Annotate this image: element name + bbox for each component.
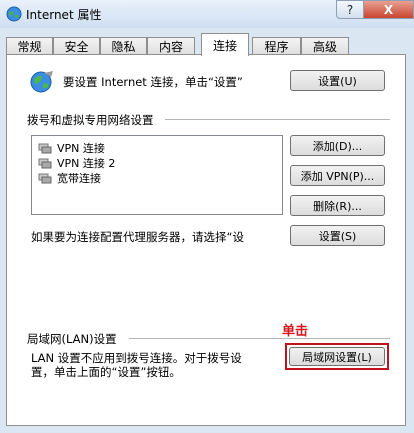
connection-name: 宽带连接 bbox=[57, 172, 101, 185]
setup-button[interactable]: 设置(U) bbox=[290, 70, 385, 91]
lan-section-divider bbox=[129, 338, 390, 339]
network-connection-icon bbox=[38, 143, 52, 154]
connection-name: VPN 连接 bbox=[57, 142, 105, 155]
proxy-instruction-text: 如果要为连接配置代理服务器，请选择“设 bbox=[31, 230, 244, 244]
tab-content[interactable]: 内容 bbox=[147, 37, 195, 55]
connections-panel: 要设置 Internet 连接，单击“设置” 设置(U) 拨号和虚拟专用网络设置… bbox=[6, 54, 406, 426]
tab-strip: 常规 安全 隐私 内容 连接 程序 高级 bbox=[6, 33, 406, 56]
add-connection-button[interactable]: 添加(D)... bbox=[290, 135, 385, 156]
lan-section-heading: 局域网(LAN)设置 bbox=[27, 332, 117, 346]
list-item[interactable]: VPN 连接 bbox=[38, 141, 105, 155]
tab-privacy[interactable]: 隐私 bbox=[100, 37, 147, 55]
internet-globe-icon bbox=[6, 6, 22, 22]
tab-connections[interactable]: 连接 bbox=[201, 33, 249, 56]
add-vpn-button[interactable]: 添加 VPN(P)... bbox=[290, 165, 385, 186]
dialup-section-heading: 拨号和虚拟专用网络设置 bbox=[27, 113, 154, 127]
list-item[interactable]: 宽带连接 bbox=[38, 171, 101, 185]
tab-security[interactable]: 安全 bbox=[53, 37, 100, 55]
help-button[interactable]: ? bbox=[336, 0, 364, 19]
connections-listbox[interactable]: VPN 连接 VPN 连接 2 宽带连接 bbox=[31, 135, 283, 215]
network-connection-icon bbox=[38, 158, 52, 169]
network-connection-icon bbox=[38, 173, 52, 184]
dialup-settings-button[interactable]: 设置(S) bbox=[290, 225, 385, 246]
dialup-section-divider bbox=[165, 119, 390, 120]
setup-instruction-text: 要设置 Internet 连接，单击“设置” bbox=[63, 75, 243, 89]
tab-general[interactable]: 常规 bbox=[6, 37, 53, 55]
list-item[interactable]: VPN 连接 2 bbox=[38, 156, 115, 170]
tab-advanced[interactable]: 高级 bbox=[301, 37, 349, 55]
connection-name: VPN 连接 2 bbox=[57, 157, 116, 170]
tab-programs[interactable]: 程序 bbox=[252, 37, 301, 55]
window-title: Internet 属性 bbox=[26, 8, 102, 22]
internet-connection-globe-icon bbox=[30, 71, 53, 93]
title-bar: Internet 属性 ? X bbox=[0, 0, 414, 28]
remove-connection-button[interactable]: 删除(R)... bbox=[290, 195, 385, 216]
internet-properties-dialog: Internet 属性 ? X 常规 安全 隐私 内容 连接 程序 高级 要设置… bbox=[0, 0, 414, 433]
close-button[interactable]: X bbox=[363, 0, 414, 19]
lan-description-line2: 置，单击上面的“设置”按钮。 bbox=[31, 365, 181, 379]
lan-settings-button[interactable]: 局域网设置(L) bbox=[289, 347, 385, 366]
click-annotation: 单击 bbox=[282, 324, 309, 339]
